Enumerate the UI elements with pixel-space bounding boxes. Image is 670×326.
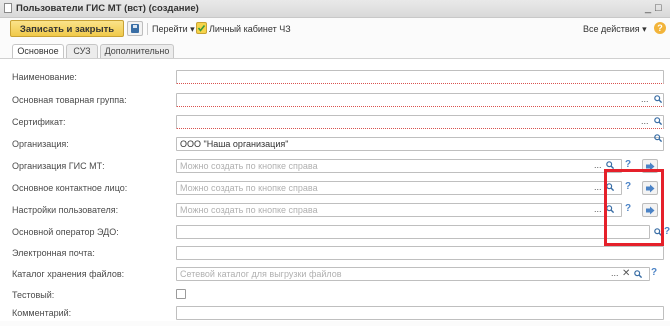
test-label: Тестовый: bbox=[12, 290, 55, 300]
tab-additional[interactable]: Дополнительно bbox=[100, 44, 174, 58]
file-catalog-label: Каталог хранения файлов: bbox=[12, 269, 125, 279]
certificate-label: Сертификат: bbox=[12, 117, 66, 127]
contact-person-label: Основное контактное лицо: bbox=[12, 183, 128, 193]
clear-icon[interactable]: ✕ bbox=[622, 268, 630, 279]
row-user-settings: Настройки пользователя: Можно создать по… bbox=[0, 203, 658, 217]
product-group-input[interactable] bbox=[176, 93, 664, 107]
tab-main[interactable]: Основное bbox=[12, 44, 64, 58]
file-catalog-choice-button[interactable]: ... bbox=[611, 268, 619, 278]
file-catalog-search-icon[interactable] bbox=[634, 270, 642, 278]
row-email: Электронная почта: bbox=[0, 246, 664, 260]
maximize-button[interactable]: □ bbox=[655, 2, 662, 14]
certificate-search-icon[interactable] bbox=[654, 117, 662, 125]
contact-person-choice-button[interactable]: ... bbox=[594, 182, 602, 192]
product-group-choice-button[interactable]: ... bbox=[641, 94, 649, 104]
certificate-choice-button[interactable]: ... bbox=[641, 116, 649, 126]
comment-input[interactable] bbox=[176, 306, 664, 320]
row-edo-operator: Основной оператор ЭДО: ? bbox=[0, 225, 670, 239]
save-disk-icon bbox=[131, 24, 139, 33]
user-settings-label: Настройки пользователя: bbox=[12, 205, 119, 215]
user-settings-input[interactable]: Можно создать по кнопке справа bbox=[176, 203, 622, 217]
certificate-input[interactable] bbox=[176, 115, 664, 129]
form-window: Пользователи ГИС МТ (вст) (создание) _ □… bbox=[0, 0, 670, 326]
highlight-box bbox=[604, 169, 664, 246]
personal-cabinet-link[interactable]: Личный кабинет ЧЗ bbox=[209, 24, 291, 34]
tab-suz[interactable]: СУЗ bbox=[66, 44, 98, 58]
gis-organization-input[interactable]: Можно создать по кнопке справа bbox=[176, 159, 622, 173]
test-checkbox[interactable] bbox=[176, 289, 186, 299]
toolbar-separator bbox=[147, 23, 148, 35]
user-settings-choice-button[interactable]: ... bbox=[594, 204, 602, 214]
edo-operator-input[interactable] bbox=[176, 225, 650, 239]
name-input[interactable] bbox=[176, 70, 664, 84]
row-name: Наименование: bbox=[0, 70, 664, 84]
row-comment: Комментарий: bbox=[0, 306, 664, 320]
gis-organization-search-icon[interactable] bbox=[606, 161, 614, 169]
contact-person-input[interactable]: Можно создать по кнопке справа bbox=[176, 181, 622, 195]
minimize-button[interactable]: _ bbox=[645, 2, 651, 14]
product-group-search-icon[interactable] bbox=[654, 95, 662, 103]
gis-organization-placeholder: Можно создать по кнопке справа bbox=[180, 161, 318, 171]
email-label: Электронная почта: bbox=[12, 248, 95, 258]
edo-operator-help-icon[interactable]: ? bbox=[664, 226, 670, 237]
product-group-label: Основная товарная группа: bbox=[12, 95, 127, 105]
title-bar: Пользователи ГИС МТ (вст) (создание) _ □ bbox=[0, 0, 670, 18]
row-certificate: Сертификат: ... bbox=[0, 115, 664, 129]
row-file-catalog: Каталог хранения файлов: Сетевой каталог… bbox=[0, 267, 658, 281]
goto-menu[interactable]: Перейти ▾ bbox=[152, 24, 195, 35]
personal-cabinet-icon bbox=[196, 22, 207, 34]
row-test: Тестовый: bbox=[0, 288, 658, 302]
save-and-close-button[interactable]: Записать и закрыть bbox=[10, 20, 124, 37]
organization-search-icon[interactable] bbox=[654, 134, 662, 142]
row-contact-person: Основное контактное лицо: Можно создать … bbox=[0, 181, 658, 195]
user-settings-placeholder: Можно создать по кнопке справа bbox=[180, 205, 318, 215]
form-panel: Наименование: Основная товарная группа: … bbox=[0, 58, 670, 321]
toolbar: Записать и закрыть Перейти ▾ Личный каби… bbox=[0, 18, 670, 40]
window-title: Пользователи ГИС МТ (вст) (создание) bbox=[16, 3, 199, 14]
save-button[interactable] bbox=[127, 21, 143, 36]
name-label: Наименование: bbox=[12, 72, 77, 82]
row-product-group: Основная товарная группа: ... bbox=[0, 93, 664, 107]
all-actions-menu[interactable]: Все действия ▾ bbox=[583, 24, 647, 35]
help-icon[interactable]: ? bbox=[654, 22, 666, 34]
row-gis-organization: Организация ГИС МТ: Можно создать по кно… bbox=[0, 159, 658, 173]
file-catalog-help-icon[interactable]: ? bbox=[651, 267, 657, 278]
gis-organization-label: Организация ГИС МТ: bbox=[12, 161, 105, 171]
file-catalog-placeholder: Сетевой каталог для выгрузки файлов bbox=[180, 269, 342, 279]
file-catalog-input[interactable]: Сетевой каталог для выгрузки файлов bbox=[176, 267, 650, 281]
document-icon bbox=[4, 3, 12, 13]
edo-operator-label: Основной оператор ЭДО: bbox=[12, 227, 119, 237]
comment-label: Комментарий: bbox=[12, 308, 72, 318]
organization-input[interactable]: ООО "Наша организация" bbox=[176, 137, 664, 151]
organization-label: Организация: bbox=[12, 139, 69, 149]
email-input[interactable] bbox=[176, 246, 664, 260]
contact-person-placeholder: Можно создать по кнопке справа bbox=[180, 183, 318, 193]
row-organization: Организация: ООО "Наша организация" bbox=[0, 134, 664, 151]
gis-organization-choice-button[interactable]: ... bbox=[594, 160, 602, 170]
